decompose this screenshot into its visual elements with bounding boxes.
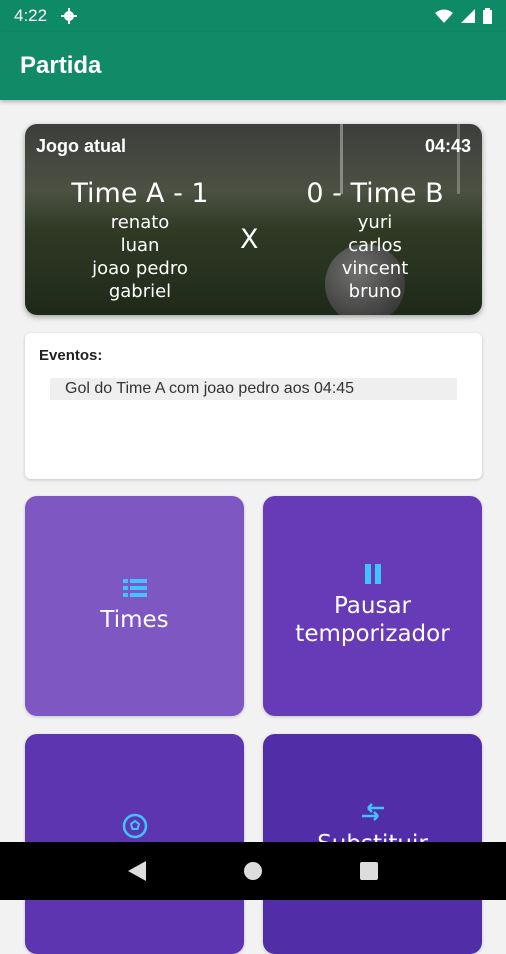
team-b-player: yuri (357, 212, 393, 233)
versus-label: X (240, 224, 259, 255)
match-timer: 04:43 (424, 136, 471, 156)
battery-icon (483, 8, 492, 24)
home-icon[interactable] (243, 861, 263, 881)
pause-timer-button[interactable]: Pausar temporizador (263, 496, 482, 716)
system-nav-bar (0, 842, 506, 900)
app-bar: Partida (0, 32, 506, 100)
match-label: Jogo atual (36, 136, 127, 156)
status-bar: 4:22 (0, 0, 506, 32)
soccer-ball-icon (122, 813, 148, 839)
team-b: 0 - Time B yuri carlos vincent bruno (280, 178, 470, 303)
team-b-player: vincent (341, 258, 409, 279)
events-label: Eventos: (39, 347, 103, 364)
page-title: Partida (20, 52, 102, 79)
swap-icon (360, 802, 386, 822)
settings-icon (61, 8, 78, 24)
events-card: Eventos: Gol do Time A com joao pedro ao… (25, 333, 482, 479)
pause-timer-button-label: Pausar temporizador (295, 593, 450, 647)
team-a-player: renato (110, 212, 170, 233)
team-a-player: luan (120, 235, 160, 256)
team-a-player: joao pedro (92, 258, 188, 279)
team-b-player: carlos (348, 235, 402, 256)
back-icon[interactable] (128, 861, 147, 881)
signal-icon (461, 9, 475, 23)
recents-icon[interactable] (359, 862, 378, 880)
pause-icon (364, 564, 382, 584)
team-a: Time A - 1 renato luan joao pedro gabrie… (55, 178, 225, 303)
team-b-score: 0 - Time B (306, 178, 444, 209)
team-b-player: bruno (348, 281, 402, 302)
status-time: 4:22 (14, 6, 48, 25)
current-match-card: Jogo atual 04:43 Time A - 1 renato luan … (25, 124, 482, 315)
list-icon (122, 578, 147, 598)
event-item: Gol do Time A com joao pedro aos 04:45 (50, 378, 457, 400)
team-a-player: gabriel (108, 281, 172, 302)
wifi-icon (435, 9, 453, 23)
team-a-score: Time A - 1 (71, 178, 209, 209)
teams-button[interactable]: Times (25, 496, 244, 716)
teams-button-label: Times (100, 607, 169, 633)
